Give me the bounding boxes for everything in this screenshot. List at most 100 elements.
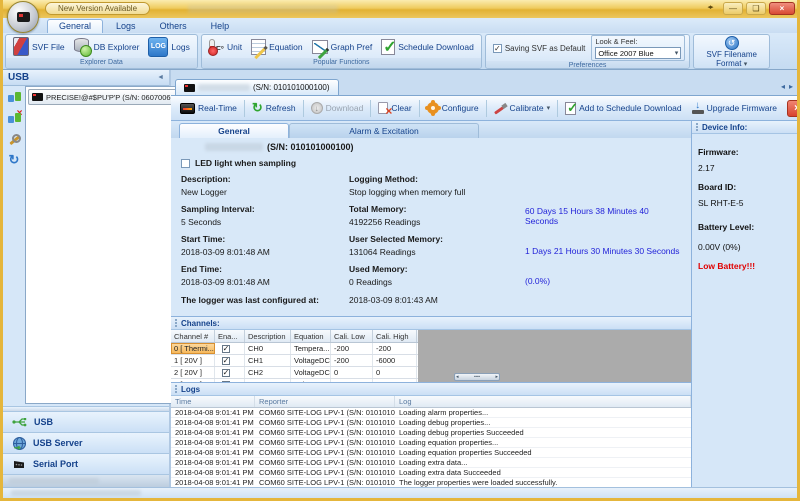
tools-icon[interactable] xyxy=(8,133,21,146)
new-version-button[interactable]: New Version Available xyxy=(45,2,150,15)
total-memory-duration: 60 Days 15 Hours 38 Minutes 40 Seconds xyxy=(525,206,681,227)
ribbon-tab-general[interactable]: General xyxy=(47,19,103,33)
document-tab[interactable]: (S/N: 010101000100) xyxy=(175,79,339,95)
scroll-right-icon[interactable]: ▸ xyxy=(495,374,498,380)
disconnect-device-icon[interactable]: × xyxy=(8,112,21,125)
tab-general[interactable]: General xyxy=(179,123,289,138)
channel-cell-cali-low[interactable]: 0 xyxy=(331,367,373,378)
scroll-left-icon[interactable]: ◂ xyxy=(456,374,459,380)
channel-cell-description[interactable]: CH3 xyxy=(245,379,291,382)
real-time-button[interactable]: Real-Time xyxy=(175,101,242,116)
toolbar-separator xyxy=(486,100,487,117)
led-checkbox[interactable] xyxy=(181,159,190,168)
channel-cell-equation[interactable]: VoltageDC xyxy=(291,367,331,378)
nav-item-usb-server[interactable]: USB Server xyxy=(3,432,169,453)
column-header-equation[interactable]: Equation xyxy=(291,330,331,342)
calibrate-button[interactable]: Calibrate ▾ xyxy=(489,100,556,117)
close-document-button[interactable]: × xyxy=(787,100,800,117)
channel-cell-cali-high[interactable]: -6000 xyxy=(373,355,417,366)
usb-icon xyxy=(12,417,28,427)
channel-cell-cali-high[interactable]: 0 xyxy=(373,367,417,378)
svf-file-button[interactable]: SVF File xyxy=(10,36,68,57)
tab-alarm-excitation[interactable]: Alarm & Excitation xyxy=(289,123,479,138)
log-row[interactable]: 2018-04-08 9:01:41 PMCOM60 SITE-LOG LPV-… xyxy=(171,458,691,468)
look-and-feel-select[interactable]: Office 2007 Blue ▾ xyxy=(595,47,681,59)
column-header-description[interactable]: Description xyxy=(245,330,291,342)
refresh-button[interactable]: ↻ Refresh xyxy=(247,100,301,116)
log-row[interactable]: 2018-04-08 9:01:41 PMCOM60 SITE-LOG LPV-… xyxy=(171,428,691,438)
close-button[interactable]: × xyxy=(769,2,795,15)
channel-cell-description[interactable]: CH1 xyxy=(245,355,291,366)
led-checkbox-row[interactable]: LED light when sampling xyxy=(181,158,681,168)
column-header-time[interactable]: Time xyxy=(171,396,255,407)
column-header-log[interactable]: Log xyxy=(395,396,691,407)
channel-enabled-checkbox[interactable]: ✓ xyxy=(215,343,245,354)
log-row[interactable]: 2018-04-08 9:01:41 PMCOM60 SITE-LOG LPV-… xyxy=(171,418,691,428)
log-row[interactable]: 2018-04-08 9:01:41 PMCOM60 SITE-LOG LPV-… xyxy=(171,468,691,478)
channel-cell-cali-high[interactable]: -200 xyxy=(373,343,417,354)
schedule-download-button[interactable]: Schedule Download xyxy=(378,38,477,56)
channel-cell-equation[interactable]: Tempera... xyxy=(291,343,331,354)
graph-pref-button[interactable]: Graph Pref xyxy=(309,39,376,55)
description-field: Description: New Logger xyxy=(181,174,349,197)
configure-button[interactable]: Configure xyxy=(422,100,484,116)
upgrade-firmware-button[interactable]: ↓ Upgrade Firmware xyxy=(687,100,782,116)
column-header-reporter[interactable]: Reporter xyxy=(255,396,395,407)
channel-row[interactable]: 2 [ 20V ]✓CH2VoltageDC00 xyxy=(171,367,418,379)
equation-button[interactable]: Equation xyxy=(248,38,306,56)
channel-cell-name[interactable]: 3 [ 20V ] xyxy=(171,379,215,382)
ribbon-tab-help[interactable]: Help xyxy=(200,20,241,33)
device-toolbar: Real-Time ↻ Refresh ↓ Download Clear Con… xyxy=(171,96,797,121)
minimize-button[interactable]: — xyxy=(723,2,743,15)
column-header-enabled[interactable]: Ena... xyxy=(215,330,245,342)
column-header-cali-low[interactable]: Cali. Low xyxy=(331,330,373,342)
channel-cell-equation[interactable]: VoltageDC xyxy=(291,379,331,382)
saving-svf-checkbox[interactable]: ✓ Saving SVF as Default xyxy=(490,43,588,54)
column-header-channel[interactable]: Channel # xyxy=(171,330,215,342)
scroll-right-icon[interactable]: ▸ xyxy=(789,82,793,91)
device-info-header: Device Info: xyxy=(692,121,797,134)
log-row[interactable]: 2018-04-08 9:01:41 PMCOM60 SITE-LOG LPV-… xyxy=(171,438,691,448)
svf-filename-format-button[interactable]: ↺ SVF Filename Format ▾ xyxy=(698,35,765,69)
db-explorer-button[interactable]: DB Explorer xyxy=(71,37,143,57)
channel-cell-cali-low[interactable]: -200 xyxy=(331,343,373,354)
channel-cell-cali-low[interactable]: -200 xyxy=(331,355,373,366)
collapse-panel-icon[interactable]: ◄ xyxy=(157,74,164,81)
horizontal-scrollbar[interactable]: ◂╍╍▸ xyxy=(454,373,500,381)
channel-row[interactable]: 3 [ 20V ]✓CH3VoltageDC00 xyxy=(171,379,418,382)
unit-button[interactable]: F° Unit xyxy=(206,38,245,55)
channel-cell-description[interactable]: CH0 xyxy=(245,343,291,354)
channel-cell-equation[interactable]: VoltageDC xyxy=(291,355,331,366)
log-row[interactable]: 2018-04-08 9:01:41 PMCOM60 SITE-LOG LPV-… xyxy=(171,408,691,418)
connect-device-icon[interactable] xyxy=(8,91,21,104)
channel-cell-name[interactable]: 2 [ 20V ] xyxy=(171,367,215,378)
channel-enabled-checkbox[interactable]: ✓ xyxy=(215,367,245,378)
channel-row[interactable]: 0 [ Thermi...✓CH0Tempera...-200-200 xyxy=(171,343,418,355)
ribbon-tab-logs[interactable]: Logs xyxy=(105,20,147,33)
log-reporter: COM60 SITE-LOG LPV-1 (S/N: 010101000100) xyxy=(255,408,395,417)
maximize-button[interactable]: ❑ xyxy=(746,2,766,15)
clear-button[interactable]: Clear xyxy=(373,100,416,116)
channel-cell-description[interactable]: CH2 xyxy=(245,367,291,378)
channel-cell-cali-low[interactable]: 0 xyxy=(331,379,373,382)
log-row[interactable]: 2018-04-08 9:01:41 PMCOM60 SITE-LOG LPV-… xyxy=(171,448,691,458)
nav-item-serial-port[interactable]: Serial Port xyxy=(3,453,169,474)
refresh-devices-icon[interactable]: ↻ xyxy=(9,154,20,166)
channel-enabled-checkbox[interactable]: ✓ xyxy=(215,379,245,382)
log-row[interactable]: 2018-04-08 9:01:41 PMCOM60 SITE-LOG LPV-… xyxy=(171,478,691,487)
channel-row[interactable]: 1 [ 20V ]✓CH1VoltageDC-200-6000 xyxy=(171,355,418,367)
channel-cell-name[interactable]: 1 [ 20V ] xyxy=(171,355,215,366)
channel-enabled-checkbox[interactable]: ✓ xyxy=(215,355,245,366)
column-header-cali-high[interactable]: Cali. High xyxy=(373,330,417,342)
ribbon-tab-others[interactable]: Others xyxy=(149,20,198,33)
app-menu-button[interactable] xyxy=(7,1,39,33)
add-to-schedule-download-button[interactable]: Add to Schedule Download xyxy=(560,100,687,117)
quick-access-arrows-icon[interactable]: ◂▸ xyxy=(700,2,720,15)
logs-button[interactable]: LOG Logs xyxy=(145,36,192,58)
channel-cell-cali-high[interactable]: 0 xyxy=(373,379,417,382)
nav-item-usb[interactable]: USB xyxy=(3,411,169,432)
channel-cell-name[interactable]: 0 [ Thermi... xyxy=(171,343,215,354)
redacted-text xyxy=(205,143,263,151)
scroll-left-icon[interactable]: ◂ xyxy=(781,82,785,91)
download-button[interactable]: ↓ Download xyxy=(306,100,369,116)
